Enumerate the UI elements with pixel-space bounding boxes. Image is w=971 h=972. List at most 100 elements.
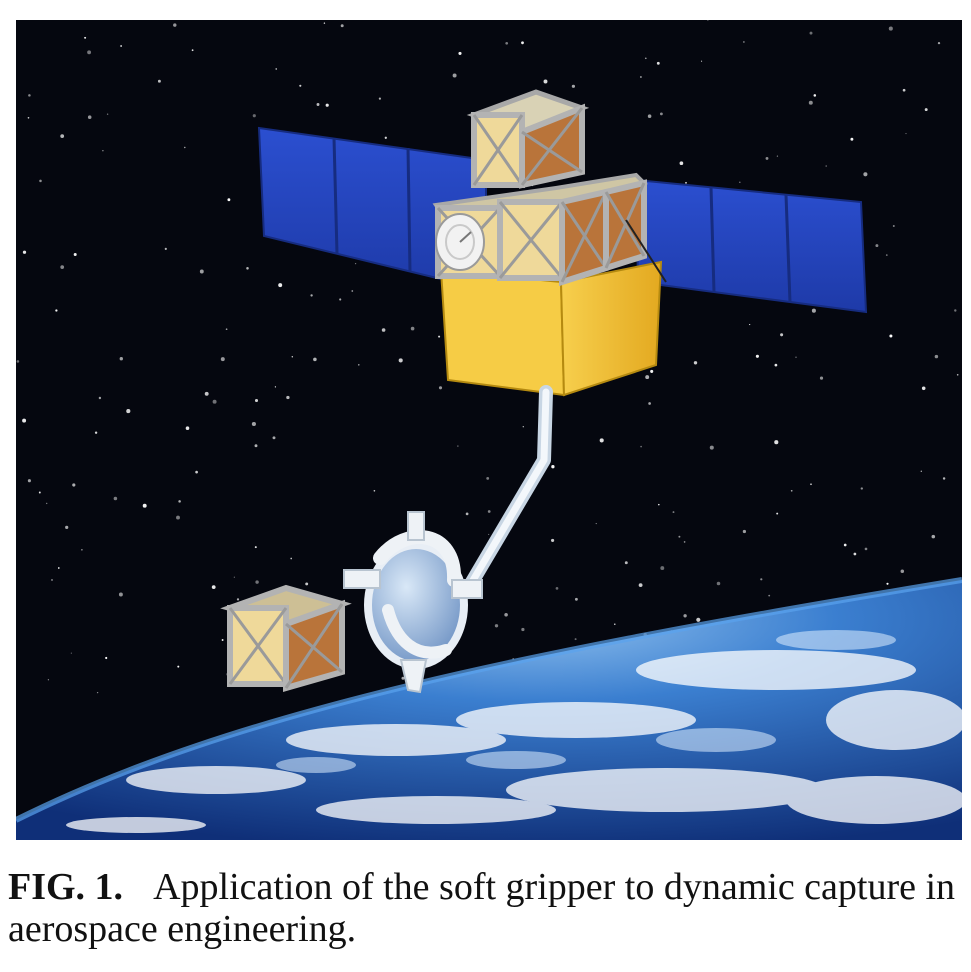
star (574, 597, 578, 601)
star (624, 561, 628, 565)
star (16, 360, 20, 363)
satellite-bus (439, 260, 663, 397)
star (920, 470, 922, 472)
star (693, 361, 698, 365)
star (173, 23, 177, 27)
star (220, 357, 225, 362)
star (254, 398, 259, 403)
star (888, 26, 893, 31)
star (659, 112, 663, 116)
star (595, 523, 597, 525)
star (39, 179, 42, 183)
star (164, 247, 167, 250)
star (679, 161, 684, 166)
star (648, 402, 651, 405)
star (305, 582, 309, 586)
star (291, 356, 294, 358)
star (924, 108, 928, 112)
figure-label: FIG. 1. (8, 866, 124, 908)
star (819, 376, 824, 380)
star (645, 375, 650, 380)
star (465, 512, 469, 516)
star (438, 335, 441, 338)
star (299, 84, 302, 87)
star (60, 265, 65, 269)
star (221, 639, 224, 641)
star (774, 363, 778, 367)
star (543, 79, 548, 84)
star (755, 354, 759, 358)
star (889, 334, 893, 338)
star (574, 638, 577, 641)
star (106, 113, 109, 115)
star (942, 477, 946, 480)
star (864, 547, 868, 551)
star (313, 357, 317, 362)
star (808, 100, 813, 105)
star (900, 569, 905, 574)
star (96, 691, 99, 694)
star (142, 503, 147, 508)
star (902, 88, 906, 92)
star (780, 333, 784, 337)
star (599, 438, 604, 443)
star (521, 41, 524, 45)
star (707, 20, 709, 22)
star (551, 538, 555, 542)
star (184, 146, 186, 149)
star (551, 465, 555, 469)
star (274, 386, 277, 388)
star (87, 115, 92, 119)
star (937, 41, 941, 45)
star (22, 250, 27, 254)
star (246, 267, 249, 270)
star (505, 41, 509, 45)
star (178, 500, 181, 503)
star (46, 502, 48, 505)
star (776, 155, 779, 157)
star (120, 45, 122, 47)
star (811, 308, 816, 313)
star (639, 76, 642, 78)
star (157, 79, 161, 83)
star (185, 426, 190, 430)
star (683, 614, 687, 618)
star (875, 244, 879, 248)
star (934, 354, 939, 359)
star (251, 421, 256, 427)
star (410, 326, 415, 331)
star (863, 172, 868, 177)
star (638, 583, 643, 588)
star (339, 298, 342, 301)
star (954, 309, 957, 312)
star (98, 396, 102, 400)
star (316, 103, 320, 106)
star (384, 136, 387, 139)
star (765, 156, 769, 160)
star (776, 512, 779, 515)
star (212, 399, 217, 404)
star (94, 431, 98, 434)
star (398, 358, 403, 363)
star (84, 36, 87, 39)
star (275, 68, 277, 70)
star (486, 476, 490, 480)
star (571, 84, 576, 88)
star (749, 324, 751, 326)
star (126, 409, 131, 414)
star (739, 181, 741, 184)
star (38, 491, 41, 494)
star (57, 567, 60, 569)
star (227, 198, 231, 202)
figure-caption-text: Application of the soft gripper to dynam… (8, 866, 956, 950)
star (211, 585, 216, 589)
star (47, 679, 50, 681)
star (921, 386, 926, 391)
star (614, 623, 616, 625)
star (373, 489, 376, 492)
star (70, 652, 72, 654)
star (658, 503, 660, 506)
star (65, 525, 69, 529)
star (457, 445, 459, 447)
star (113, 496, 118, 501)
